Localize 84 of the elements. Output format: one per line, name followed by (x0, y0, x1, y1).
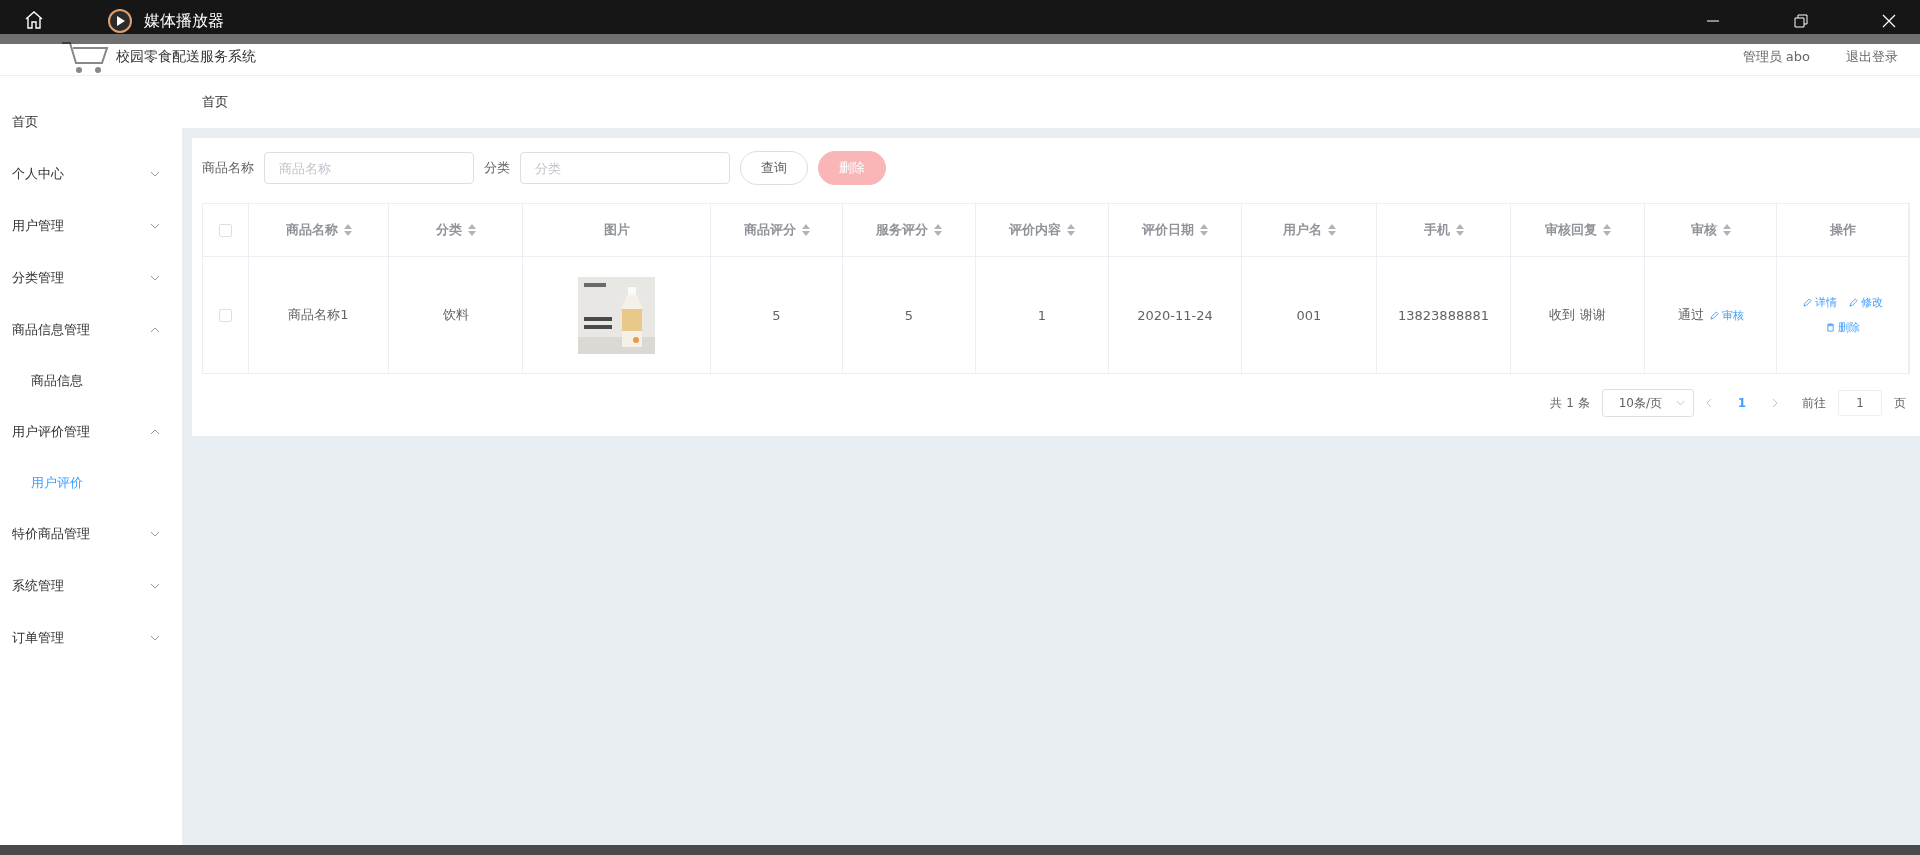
page-input[interactable]: 1 (1838, 390, 1882, 416)
chevron-down-icon (150, 275, 160, 281)
chevron-down-icon (150, 171, 160, 177)
system-title: 校园零食配送服务系统 (116, 47, 256, 66)
sidebar-item[interactable]: 用户评价管理 (0, 406, 182, 458)
sort-icon[interactable] (343, 224, 352, 236)
sidebar-item[interactable]: 系统管理 (0, 560, 182, 612)
sort-icon[interactable] (1067, 224, 1075, 236)
sidebar-subitem[interactable]: 用户评价 (0, 458, 182, 508)
column-header[interactable]: 用户名 (1282, 221, 1322, 239)
logout-link[interactable]: 退出登录 (1846, 47, 1898, 66)
column-header[interactable]: 商品名称 (285, 221, 338, 239)
chevron-up-icon (150, 429, 160, 435)
sort-icon[interactable] (1722, 224, 1731, 236)
table-cell: 001 (1296, 307, 1322, 323)
chevron-down-icon (150, 583, 160, 589)
column-header[interactable]: 评价内容 (1009, 221, 1061, 239)
field-label: 分类 (484, 159, 510, 177)
trash-icon (1825, 323, 1835, 332)
close-icon[interactable] (1882, 14, 1896, 28)
previous-page-icon[interactable] (1705, 398, 1712, 408)
sort-icon[interactable] (1455, 224, 1464, 236)
column-header[interactable]: 审核 (1690, 221, 1717, 239)
sidebar-item[interactable]: 用户管理 (0, 200, 182, 252)
column-header[interactable]: 服务评分 (876, 221, 928, 239)
next-page-icon[interactable] (1772, 398, 1778, 408)
chevron-down-icon (150, 531, 160, 537)
sidebar-item[interactable]: 个人中心 (0, 148, 182, 200)
table-cell: 商品名称1 (288, 306, 349, 324)
column-header[interactable]: 审核回复 (1544, 221, 1597, 239)
chevron-down-icon (1675, 400, 1685, 406)
column-header: 操作 (1829, 221, 1856, 239)
column-header[interactable]: 评价日期 (1142, 221, 1194, 239)
table-cell: 收到 谢谢 (1549, 306, 1606, 324)
status-text: 通过 (1677, 306, 1704, 324)
sort-icon[interactable] (467, 224, 476, 236)
play-icon (108, 9, 132, 33)
table-cell: 1 (1037, 307, 1047, 323)
sidebar-item[interactable]: 商品信息管理 (0, 304, 182, 356)
column-header[interactable]: 手机 (1423, 221, 1450, 239)
edit-icon (1802, 298, 1812, 307)
column-header: 图片 (603, 221, 630, 239)
home-icon[interactable] (24, 10, 44, 30)
restore-icon[interactable] (1794, 14, 1808, 28)
sidebar-item[interactable]: 特价商品管理 (0, 508, 182, 560)
chevron-down-icon (150, 223, 160, 229)
edit-icon (1709, 310, 1719, 320)
table-cell: 饮料 (442, 306, 469, 324)
sidebar-item[interactable]: 订单管理 (0, 612, 182, 664)
chevron-down-icon (150, 635, 160, 641)
page-size-select[interactable]: 10条/页 (1601, 389, 1694, 417)
action-link[interactable]: 详情 (1802, 295, 1837, 310)
breadcrumb-item[interactable]: 首页 (202, 93, 228, 111)
table-cell: 13823888881 (1398, 307, 1489, 323)
table-cell: 2020-11-24 (1137, 307, 1213, 323)
chevron-up-icon (150, 327, 160, 333)
sort-icon[interactable] (934, 224, 942, 236)
action-link[interactable]: 删除 (1825, 320, 1860, 335)
sidebar-item[interactable]: 分类管理 (0, 252, 182, 304)
column-header[interactable]: 分类 (435, 221, 462, 239)
search-field[interactable]: 商品名称 (264, 152, 474, 184)
page-suffix: 页 (1894, 394, 1906, 412)
field-label: 商品名称 (202, 159, 254, 177)
sidebar-item[interactable]: 首页 (0, 96, 182, 148)
checkbox[interactable] (219, 308, 232, 322)
page-number[interactable]: 1 (1723, 396, 1760, 410)
column-header[interactable]: 商品评分 (743, 221, 796, 239)
table-cell: 5 (772, 307, 781, 323)
sort-icon[interactable] (1327, 224, 1336, 236)
checkbox[interactable] (219, 223, 232, 237)
table-cell: 5 (904, 307, 914, 323)
sort-icon[interactable] (801, 224, 810, 236)
sidebar-subitem[interactable]: 商品信息 (0, 356, 182, 406)
player-title: 媒体播放器 (144, 11, 224, 32)
action-link[interactable]: 修改 (1848, 295, 1883, 310)
edit-icon (1848, 298, 1858, 307)
search-field[interactable]: 分类 (520, 152, 730, 184)
review-link[interactable]: 审核 (1709, 307, 1744, 323)
goto-label: 前往 (1802, 394, 1826, 412)
sort-icon[interactable] (1200, 224, 1208, 236)
user-name: 管理员 abo (1742, 47, 1810, 66)
query-button[interactable]: 查询 (740, 151, 808, 185)
sort-icon[interactable] (1602, 224, 1611, 236)
total-count: 共 1 条 (1550, 394, 1590, 412)
